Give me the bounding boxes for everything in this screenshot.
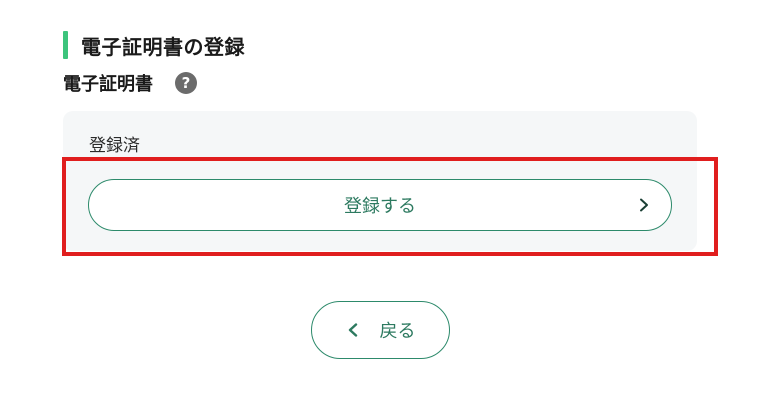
back-button[interactable]: 戻る (311, 301, 450, 359)
certificate-registration-page: 電子証明書の登録 電子証明書 ? 登録済 登録する 戻る (0, 0, 773, 408)
register-button-label: 登録する (344, 196, 416, 217)
page-title: 電子証明書の登録 (81, 34, 245, 59)
field-label-row: 電子証明書 ? (63, 70, 197, 96)
section-heading: 電子証明書の登録 (63, 31, 245, 59)
registration-status-text: 登録済 (89, 136, 140, 156)
chevron-left-icon (348, 323, 357, 337)
register-button[interactable]: 登録する (88, 179, 672, 231)
chevron-right-icon (640, 198, 648, 212)
help-circle-icon[interactable]: ? (175, 72, 197, 94)
back-button-label: 戻る (379, 321, 416, 342)
certificate-field-label: 電子証明書 (63, 74, 153, 95)
heading-accent-bar (63, 31, 68, 59)
